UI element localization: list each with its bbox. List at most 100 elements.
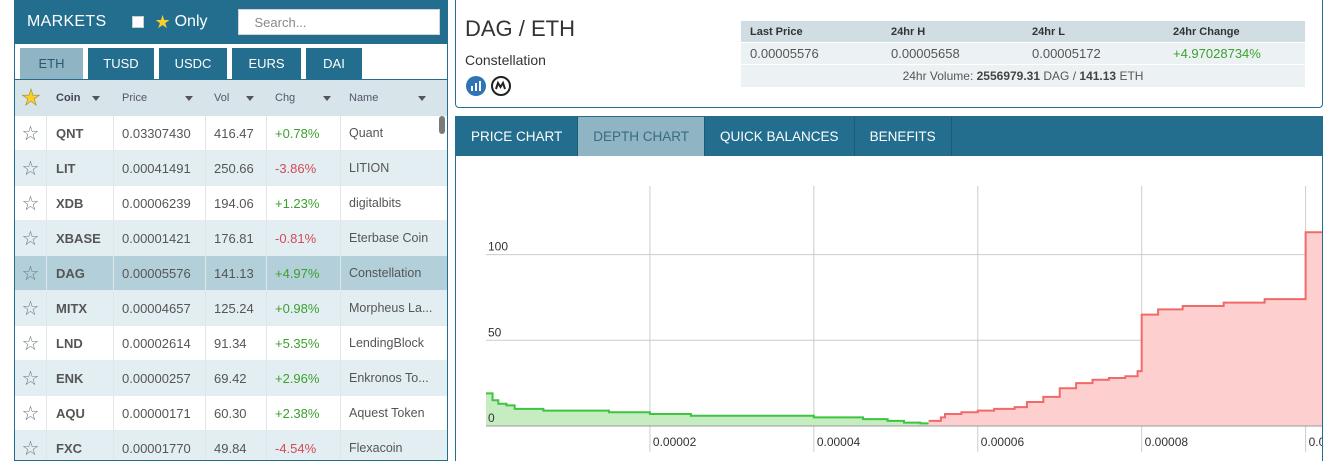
favorite-star-icon[interactable]: ☆	[15, 291, 47, 325]
market-row[interactable]: ☆ ENK 0.00000257 69.42 +2.96% Enkronos T…	[15, 361, 447, 396]
chg-column-label: Chg	[275, 92, 296, 104]
sort-by-change[interactable]: Chg	[267, 80, 341, 116]
favorite-star-icon[interactable]: ☆	[15, 326, 47, 360]
volume-base-value: 2556979.31	[976, 69, 1041, 83]
market-row[interactable]: ☆ FXC 0.00001770 49.84 -4.54% Flexacoin	[15, 431, 447, 460]
coin-name: LITION	[349, 161, 390, 175]
coin-volume: 69.42	[206, 361, 267, 395]
market-row[interactable]: ☆ XDB 0.00006239 194.06 +1.23% digitalbi…	[15, 186, 447, 221]
coin-symbol: XBASE	[47, 221, 114, 255]
favorite-star-icon[interactable]: ☆	[15, 151, 47, 185]
tab-eurs[interactable]: EURS	[232, 48, 301, 79]
coin-price: 0.00006239	[114, 186, 206, 220]
sort-by-price[interactable]: Price	[114, 80, 206, 116]
m-logo-icon	[495, 80, 506, 90]
coin-change: -0.81%	[267, 221, 341, 255]
coin-symbol: MITX	[47, 291, 114, 325]
coin-name: Enkronos To...	[349, 371, 429, 385]
coin-volume: 176.81	[206, 221, 267, 255]
market-row[interactable]: ☆ LIT 0.00041491 250.66 -3.86% LITION	[15, 151, 447, 186]
coin-symbol: FXC	[47, 431, 114, 460]
coin-change: +2.38%	[267, 396, 341, 430]
coin-symbol: LND	[47, 326, 114, 360]
24h-change-value: +4.97028734%	[1173, 46, 1261, 61]
coin-change: +0.78%	[267, 116, 341, 150]
tab-depth-chart[interactable]: DEPTH CHART	[578, 117, 706, 156]
only-favorites-toggle[interactable]: ★ Only	[132, 12, 208, 32]
markets-scrollbar[interactable]	[439, 116, 445, 134]
sort-by-coin[interactable]: Coin	[47, 80, 114, 116]
markets-title: MARKETS	[27, 13, 107, 30]
coin-price: 0.00000257	[114, 361, 206, 395]
market-row-selected[interactable]: ☆ DAG 0.00005576 141.13 +4.97% Constella…	[15, 256, 447, 291]
vol-column-label: Vol	[214, 92, 230, 104]
star-icon: ★	[154, 12, 171, 32]
x-tick-label: 0.00002	[653, 435, 697, 449]
coin-info-icon[interactable]	[466, 76, 486, 96]
markets-header: MARKETS ★ Only	[15, 0, 447, 44]
tab-benefits[interactable]: BENEFITS	[855, 117, 952, 156]
favorite-star-icon[interactable]: ☆	[15, 396, 47, 430]
tab-dai[interactable]: DAI	[306, 48, 362, 79]
depth-chart[interactable]: 0.00002 0.00004 0.00006 0.00008 0.0001 0 50 100	[456, 156, 1322, 461]
last-price-value: 0.00005576	[750, 46, 819, 61]
favorite-star-icon[interactable]: ☆	[15, 256, 47, 290]
pair-coin-name: Constellation	[465, 52, 546, 68]
market-row[interactable]: ☆ AQU 0.00000171 60.30 +2.38% Aquest Tok…	[15, 396, 447, 431]
volume-base-unit: DAG /	[1043, 69, 1077, 83]
tab-eth[interactable]: ETH	[20, 48, 83, 79]
tab-quick-balances[interactable]: QUICK BALANCES	[705, 117, 855, 156]
markets-panel: MARKETS ★ Only ETH TUSD USDC EURS DAI ★ …	[14, 0, 448, 461]
x-tick-label: 0.00006	[981, 435, 1025, 449]
coin-name: Aquest Token	[349, 406, 425, 420]
stats-values-row: 0.00005576 0.00005658 0.00005172 +4.9702…	[741, 42, 1305, 64]
coinmarketcap-icon[interactable]	[491, 76, 511, 96]
favorites-column-toggle[interactable]: ★	[15, 80, 47, 116]
markets-column-header: ★ Coin Price Vol Chg Name	[15, 80, 447, 116]
coin-price: 0.00001421	[114, 221, 206, 255]
market-row[interactable]: ☆ MITX 0.00004657 125.24 +0.98% Morpheus…	[15, 291, 447, 326]
tab-tusd[interactable]: TUSD	[88, 48, 154, 79]
ask-depth-area	[928, 232, 1322, 426]
y-tick-label: 50	[488, 325, 502, 339]
tab-usdc[interactable]: USDC	[159, 48, 227, 79]
only-favorites-label: Only	[174, 13, 208, 30]
y-tick-label: 100	[488, 240, 508, 254]
coin-symbol: QNT	[47, 116, 114, 150]
volume-quote-value: 141.13	[1079, 69, 1117, 83]
coin-symbol: LIT	[47, 151, 114, 185]
coin-price: 0.00041491	[114, 151, 206, 185]
coin-change: +4.97%	[267, 256, 341, 290]
coin-volume: 194.06	[206, 186, 267, 220]
favorite-star-icon[interactable]: ☆	[15, 361, 47, 395]
coin-name: Flexacoin	[349, 441, 403, 455]
coin-name: Constellation	[349, 266, 422, 280]
sort-by-volume[interactable]: Vol	[206, 80, 267, 116]
sort-by-name[interactable]: Name	[341, 80, 437, 116]
market-row[interactable]: ☆ QNT 0.03307430 416.47 +0.78% Quant	[15, 116, 447, 151]
coin-volume: 125.24	[206, 291, 267, 325]
24h-change-label: 24hr Change	[1173, 25, 1240, 38]
coin-symbol: AQU	[47, 396, 114, 430]
last-price-label: Last Price	[750, 25, 803, 38]
favorite-star-icon[interactable]: ☆	[15, 431, 47, 460]
coin-price: 0.03307430	[114, 116, 206, 150]
coin-change: -4.54%	[267, 431, 341, 460]
y-tick-label: 0	[488, 411, 495, 425]
coin-change: -3.86%	[267, 151, 341, 185]
favorite-star-icon[interactable]: ☆	[15, 221, 47, 255]
coin-column-label: Coin	[56, 92, 81, 104]
tab-price-chart[interactable]: PRICE CHART	[456, 117, 579, 156]
favorite-star-icon[interactable]: ☆	[15, 116, 47, 150]
only-favorites-checkbox[interactable]	[132, 16, 145, 28]
market-row[interactable]: ☆ LND 0.00002614 91.34 +5.35% LendingBlo…	[15, 326, 447, 361]
market-row[interactable]: ☆ XBASE 0.00001421 176.81 -0.81% Eterbas…	[15, 221, 447, 256]
price-column-label: Price	[122, 92, 148, 104]
star-filled-icon: ★	[21, 85, 41, 111]
favorite-star-icon[interactable]: ☆	[15, 186, 47, 220]
coin-price: 0.00004657	[114, 291, 206, 325]
market-search-input[interactable]	[237, 9, 440, 35]
coin-volume: 141.13	[206, 256, 267, 290]
coin-change: +0.98%	[267, 291, 341, 325]
24h-low-value: 0.00005172	[1032, 46, 1101, 61]
